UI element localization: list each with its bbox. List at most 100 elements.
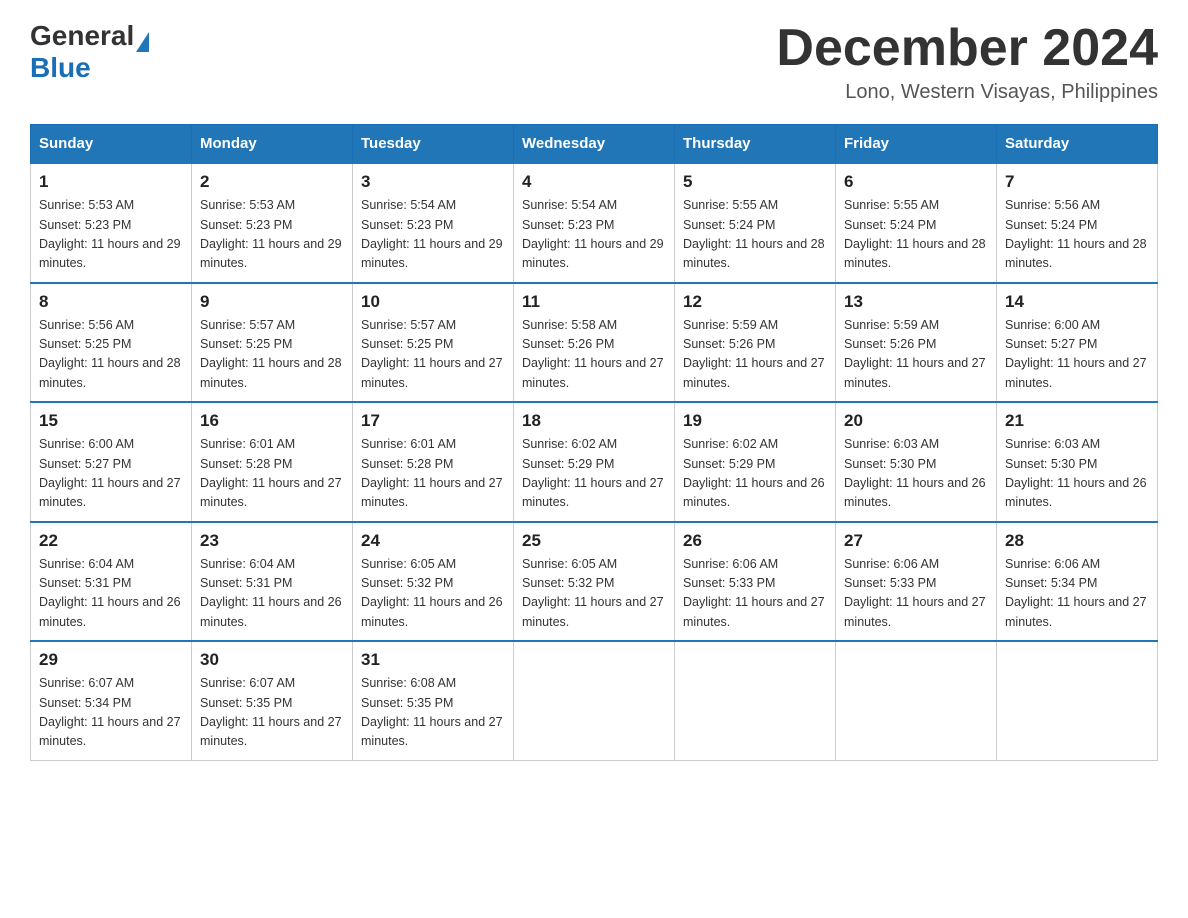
day-info: Sunrise: 6:04 AM Sunset: 5:31 PM Dayligh… (39, 555, 183, 633)
day-number: 26 (683, 531, 827, 551)
day-info: Sunrise: 6:00 AM Sunset: 5:27 PM Dayligh… (1005, 316, 1149, 394)
table-row: 8 Sunrise: 5:56 AM Sunset: 5:25 PM Dayli… (31, 283, 192, 403)
table-row: 25 Sunrise: 6:05 AM Sunset: 5:32 PM Dayl… (514, 522, 675, 642)
day-info: Sunrise: 5:56 AM Sunset: 5:24 PM Dayligh… (1005, 196, 1149, 274)
table-row: 14 Sunrise: 6:00 AM Sunset: 5:27 PM Dayl… (997, 283, 1158, 403)
table-row: 13 Sunrise: 5:59 AM Sunset: 5:26 PM Dayl… (836, 283, 997, 403)
day-number: 4 (522, 172, 666, 192)
day-number: 23 (200, 531, 344, 551)
day-info: Sunrise: 5:54 AM Sunset: 5:23 PM Dayligh… (361, 196, 505, 274)
table-row: 31 Sunrise: 6:08 AM Sunset: 5:35 PM Dayl… (353, 641, 514, 760)
day-info: Sunrise: 5:56 AM Sunset: 5:25 PM Dayligh… (39, 316, 183, 394)
table-row: 4 Sunrise: 5:54 AM Sunset: 5:23 PM Dayli… (514, 163, 675, 283)
day-info: Sunrise: 6:08 AM Sunset: 5:35 PM Dayligh… (361, 674, 505, 752)
day-number: 2 (200, 172, 344, 192)
day-number: 30 (200, 650, 344, 670)
table-row (514, 641, 675, 760)
table-row (836, 641, 997, 760)
table-row: 10 Sunrise: 5:57 AM Sunset: 5:25 PM Dayl… (353, 283, 514, 403)
table-row (675, 641, 836, 760)
day-info: Sunrise: 6:03 AM Sunset: 5:30 PM Dayligh… (1005, 435, 1149, 513)
table-row (997, 641, 1158, 760)
table-row: 20 Sunrise: 6:03 AM Sunset: 5:30 PM Dayl… (836, 402, 997, 522)
title-section: December 2024 Lono, Western Visayas, Phi… (776, 20, 1158, 104)
col-header-tuesday: Tuesday (353, 125, 514, 164)
day-info: Sunrise: 5:59 AM Sunset: 5:26 PM Dayligh… (683, 316, 827, 394)
day-number: 1 (39, 172, 183, 192)
col-header-monday: Monday (192, 125, 353, 164)
calendar-week-row: 8 Sunrise: 5:56 AM Sunset: 5:25 PM Dayli… (31, 283, 1158, 403)
table-row: 30 Sunrise: 6:07 AM Sunset: 5:35 PM Dayl… (192, 641, 353, 760)
day-number: 20 (844, 411, 988, 431)
col-header-saturday: Saturday (997, 125, 1158, 164)
day-info: Sunrise: 5:57 AM Sunset: 5:25 PM Dayligh… (361, 316, 505, 394)
table-row: 12 Sunrise: 5:59 AM Sunset: 5:26 PM Dayl… (675, 283, 836, 403)
calendar-week-row: 1 Sunrise: 5:53 AM Sunset: 5:23 PM Dayli… (31, 163, 1158, 283)
table-row: 2 Sunrise: 5:53 AM Sunset: 5:23 PM Dayli… (192, 163, 353, 283)
day-info: Sunrise: 6:07 AM Sunset: 5:34 PM Dayligh… (39, 674, 183, 752)
table-row: 29 Sunrise: 6:07 AM Sunset: 5:34 PM Dayl… (31, 641, 192, 760)
logo-triangle-icon (136, 32, 149, 52)
day-number: 5 (683, 172, 827, 192)
day-number: 12 (683, 292, 827, 312)
day-number: 6 (844, 172, 988, 192)
day-number: 3 (361, 172, 505, 192)
day-number: 9 (200, 292, 344, 312)
day-info: Sunrise: 5:55 AM Sunset: 5:24 PM Dayligh… (844, 196, 988, 274)
day-info: Sunrise: 6:00 AM Sunset: 5:27 PM Dayligh… (39, 435, 183, 513)
day-info: Sunrise: 5:58 AM Sunset: 5:26 PM Dayligh… (522, 316, 666, 394)
day-info: Sunrise: 6:06 AM Sunset: 5:33 PM Dayligh… (683, 555, 827, 633)
table-row: 6 Sunrise: 5:55 AM Sunset: 5:24 PM Dayli… (836, 163, 997, 283)
table-row: 28 Sunrise: 6:06 AM Sunset: 5:34 PM Dayl… (997, 522, 1158, 642)
day-info: Sunrise: 6:06 AM Sunset: 5:33 PM Dayligh… (844, 555, 988, 633)
table-row: 11 Sunrise: 5:58 AM Sunset: 5:26 PM Dayl… (514, 283, 675, 403)
month-title: December 2024 (776, 20, 1158, 77)
day-info: Sunrise: 5:53 AM Sunset: 5:23 PM Dayligh… (200, 196, 344, 274)
table-row: 18 Sunrise: 6:02 AM Sunset: 5:29 PM Dayl… (514, 402, 675, 522)
col-header-wednesday: Wednesday (514, 125, 675, 164)
table-row: 22 Sunrise: 6:04 AM Sunset: 5:31 PM Dayl… (31, 522, 192, 642)
table-row: 15 Sunrise: 6:00 AM Sunset: 5:27 PM Dayl… (31, 402, 192, 522)
location-subtitle: Lono, Western Visayas, Philippines (776, 81, 1158, 104)
day-number: 8 (39, 292, 183, 312)
col-header-sunday: Sunday (31, 125, 192, 164)
day-number: 27 (844, 531, 988, 551)
day-number: 17 (361, 411, 505, 431)
day-number: 10 (361, 292, 505, 312)
day-info: Sunrise: 6:05 AM Sunset: 5:32 PM Dayligh… (361, 555, 505, 633)
day-info: Sunrise: 6:06 AM Sunset: 5:34 PM Dayligh… (1005, 555, 1149, 633)
logo-text-general: General (30, 20, 134, 52)
day-number: 11 (522, 292, 666, 312)
calendar-week-row: 15 Sunrise: 6:00 AM Sunset: 5:27 PM Dayl… (31, 402, 1158, 522)
day-info: Sunrise: 5:53 AM Sunset: 5:23 PM Dayligh… (39, 196, 183, 274)
calendar-header-row: Sunday Monday Tuesday Wednesday Thursday… (31, 125, 1158, 164)
day-info: Sunrise: 6:01 AM Sunset: 5:28 PM Dayligh… (361, 435, 505, 513)
day-info: Sunrise: 5:55 AM Sunset: 5:24 PM Dayligh… (683, 196, 827, 274)
calendar-table: Sunday Monday Tuesday Wednesday Thursday… (30, 124, 1158, 761)
table-row: 19 Sunrise: 6:02 AM Sunset: 5:29 PM Dayl… (675, 402, 836, 522)
day-number: 13 (844, 292, 988, 312)
day-number: 24 (361, 531, 505, 551)
day-info: Sunrise: 6:02 AM Sunset: 5:29 PM Dayligh… (522, 435, 666, 513)
day-number: 15 (39, 411, 183, 431)
day-info: Sunrise: 5:57 AM Sunset: 5:25 PM Dayligh… (200, 316, 344, 394)
logo-text-blue: Blue (30, 52, 149, 84)
day-info: Sunrise: 6:05 AM Sunset: 5:32 PM Dayligh… (522, 555, 666, 633)
day-info: Sunrise: 6:01 AM Sunset: 5:28 PM Dayligh… (200, 435, 344, 513)
day-number: 25 (522, 531, 666, 551)
day-number: 22 (39, 531, 183, 551)
day-info: Sunrise: 6:02 AM Sunset: 5:29 PM Dayligh… (683, 435, 827, 513)
table-row: 23 Sunrise: 6:04 AM Sunset: 5:31 PM Dayl… (192, 522, 353, 642)
table-row: 26 Sunrise: 6:06 AM Sunset: 5:33 PM Dayl… (675, 522, 836, 642)
table-row: 21 Sunrise: 6:03 AM Sunset: 5:30 PM Dayl… (997, 402, 1158, 522)
calendar-week-row: 22 Sunrise: 6:04 AM Sunset: 5:31 PM Dayl… (31, 522, 1158, 642)
day-info: Sunrise: 5:59 AM Sunset: 5:26 PM Dayligh… (844, 316, 988, 394)
day-info: Sunrise: 5:54 AM Sunset: 5:23 PM Dayligh… (522, 196, 666, 274)
logo: General Blue (30, 20, 149, 84)
calendar-week-row: 29 Sunrise: 6:07 AM Sunset: 5:34 PM Dayl… (31, 641, 1158, 760)
day-number: 21 (1005, 411, 1149, 431)
day-number: 18 (522, 411, 666, 431)
table-row: 1 Sunrise: 5:53 AM Sunset: 5:23 PM Dayli… (31, 163, 192, 283)
day-number: 29 (39, 650, 183, 670)
table-row: 17 Sunrise: 6:01 AM Sunset: 5:28 PM Dayl… (353, 402, 514, 522)
